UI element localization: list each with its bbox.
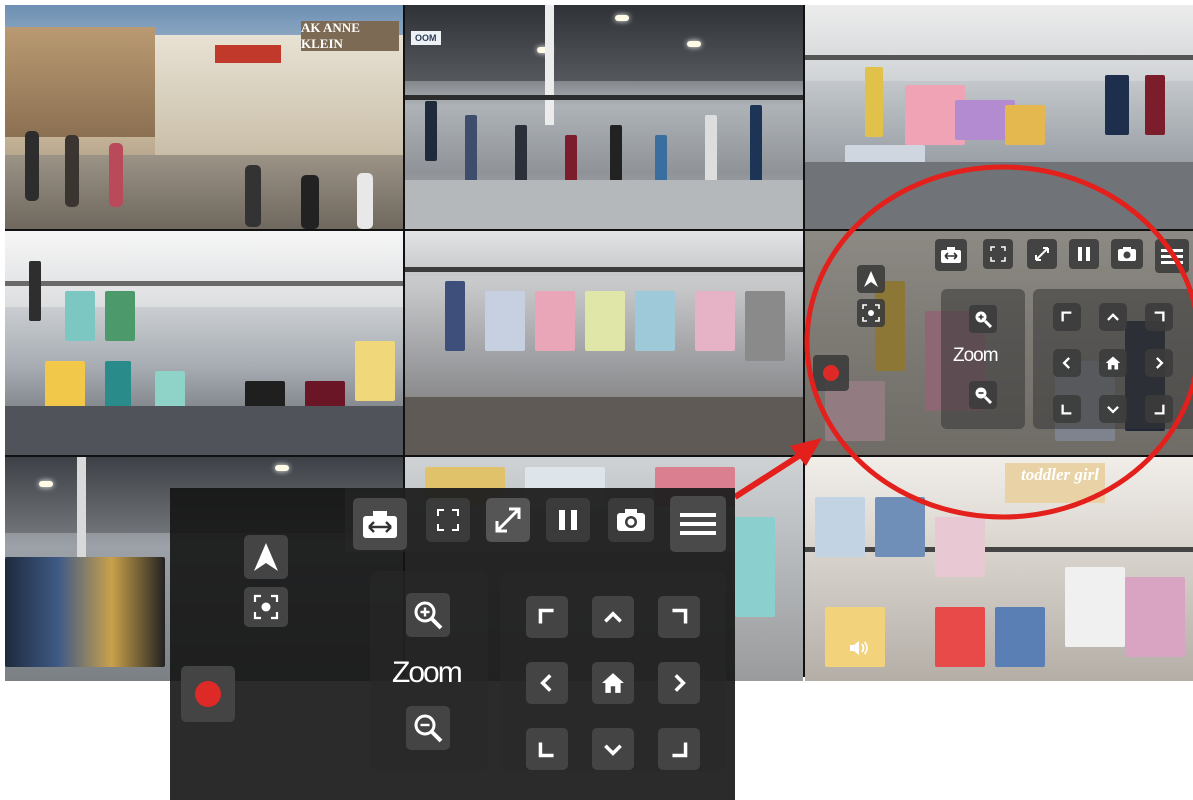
- zoom-in-icon: [975, 311, 992, 328]
- camera-tile-5[interactable]: [405, 231, 803, 455]
- pause-button[interactable]: [546, 498, 590, 542]
- corner-down-left-icon: [1061, 404, 1072, 415]
- snapshot-button[interactable]: [1111, 239, 1143, 269]
- fullscreen-icon: [990, 246, 1006, 262]
- camera-tile-9[interactable]: toddler girl: [805, 457, 1193, 681]
- ptz-up-left-button[interactable]: [1053, 303, 1081, 331]
- corner-down-right-icon: [1154, 404, 1165, 415]
- menu-button[interactable]: [1155, 239, 1189, 273]
- fit-diagonal-icon: [1035, 247, 1049, 261]
- enlarged-control-panel: Zoom: [170, 488, 735, 800]
- zoom-in-button[interactable]: [406, 593, 450, 637]
- record-button[interactable]: [813, 355, 849, 391]
- zoom-label: Zoom: [953, 345, 999, 366]
- focus-target-icon: [862, 304, 880, 322]
- ptz-up-button[interactable]: [592, 596, 634, 638]
- zoom-out-button[interactable]: [406, 706, 450, 750]
- hamburger-menu-icon: [680, 513, 716, 535]
- zoom-in-button[interactable]: [969, 305, 997, 333]
- navigation-arrow-icon: [864, 271, 878, 287]
- record-icon: [195, 681, 221, 707]
- camera-tile-3[interactable]: [805, 5, 1193, 229]
- ptz-down-left-button[interactable]: [526, 728, 568, 770]
- focus-target-icon: [253, 594, 279, 620]
- snapshot-button[interactable]: [608, 498, 654, 542]
- fullscreen-button[interactable]: [983, 239, 1013, 269]
- ptz-up-left-button[interactable]: [526, 596, 568, 638]
- ptz-down-right-button[interactable]: [658, 728, 700, 770]
- ptz-up-right-button[interactable]: [658, 596, 700, 638]
- camera-swap-icon: [941, 247, 961, 263]
- zoom-in-icon: [414, 601, 443, 630]
- camera-swap-icon: [363, 511, 397, 538]
- camera-snapshot-icon: [1118, 247, 1136, 261]
- pause-icon: [1078, 247, 1090, 261]
- swap-camera-button[interactable]: [353, 498, 407, 550]
- store-sign: toddler girl: [1005, 463, 1105, 503]
- swap-camera-button[interactable]: [935, 239, 967, 271]
- ptz-right-button[interactable]: [658, 662, 700, 704]
- chevron-right-icon: [674, 674, 686, 692]
- chevron-left-icon: [1062, 357, 1071, 369]
- navigate-button[interactable]: [857, 265, 885, 293]
- mini-control-overlay: Zoom: [805, 231, 1193, 455]
- record-button[interactable]: [181, 666, 235, 722]
- zoom-out-icon: [975, 387, 992, 404]
- pause-icon: [559, 510, 577, 530]
- chevron-up-icon: [1107, 313, 1119, 321]
- chevron-down-icon: [604, 744, 622, 756]
- zoom-out-button[interactable]: [969, 381, 997, 409]
- corner-up-left-icon: [538, 608, 554, 624]
- menu-button[interactable]: [670, 496, 726, 552]
- camera-tile-4[interactable]: [5, 231, 403, 455]
- navigate-button[interactable]: [244, 535, 288, 579]
- home-icon: [1105, 356, 1121, 370]
- camera-monitor: AK ANNE KLEIN OOM Zoom toddler girl Zoom: [0, 0, 1193, 800]
- home-icon: [602, 673, 624, 693]
- ptz-down-right-button[interactable]: [1145, 395, 1173, 423]
- ptz-down-button[interactable]: [1099, 395, 1127, 423]
- fullscreen-icon: [437, 509, 459, 531]
- corner-up-left-icon: [1061, 311, 1072, 322]
- record-icon: [823, 365, 839, 381]
- store-sign: OOM: [411, 31, 441, 45]
- navigation-arrow-icon: [254, 543, 278, 571]
- camera-tile-1[interactable]: AK ANNE KLEIN: [5, 5, 403, 229]
- camera-tile-2[interactable]: OOM: [405, 5, 803, 229]
- fit-diagonal-icon: [495, 507, 521, 533]
- corner-down-left-icon: [538, 742, 554, 758]
- corner-up-right-icon: [1154, 311, 1165, 322]
- ptz-down-left-button[interactable]: [1053, 395, 1081, 423]
- corner-up-right-icon: [672, 608, 688, 624]
- speaker-icon[interactable]: [849, 639, 869, 662]
- focus-button[interactable]: [244, 587, 288, 627]
- corner-down-right-icon: [672, 742, 688, 758]
- ptz-up-right-button[interactable]: [1145, 303, 1173, 331]
- fullscreen-button[interactable]: [426, 498, 470, 542]
- chevron-up-icon: [604, 611, 622, 623]
- fit-button[interactable]: [486, 498, 530, 542]
- camera-snapshot-icon: [617, 509, 645, 531]
- camera-tile-6[interactable]: Zoom: [805, 231, 1193, 455]
- ptz-right-button[interactable]: [1145, 349, 1173, 377]
- zoom-label: Zoom: [392, 656, 463, 689]
- chevron-right-icon: [1155, 357, 1164, 369]
- hamburger-menu-icon: [1161, 249, 1183, 264]
- ptz-left-button[interactable]: [526, 662, 568, 704]
- chevron-left-icon: [540, 674, 552, 692]
- ptz-down-button[interactable]: [592, 728, 634, 770]
- ptz-up-button[interactable]: [1099, 303, 1127, 331]
- chevron-down-icon: [1107, 405, 1119, 414]
- pause-button[interactable]: [1069, 239, 1099, 269]
- focus-button[interactable]: [857, 299, 885, 327]
- zoom-out-icon: [414, 714, 443, 743]
- ptz-home-button[interactable]: [592, 662, 634, 704]
- ptz-home-button[interactable]: [1099, 349, 1127, 377]
- store-sign: AK ANNE KLEIN: [301, 20, 399, 51]
- ptz-left-button[interactable]: [1053, 349, 1081, 377]
- fit-button[interactable]: [1027, 239, 1057, 269]
